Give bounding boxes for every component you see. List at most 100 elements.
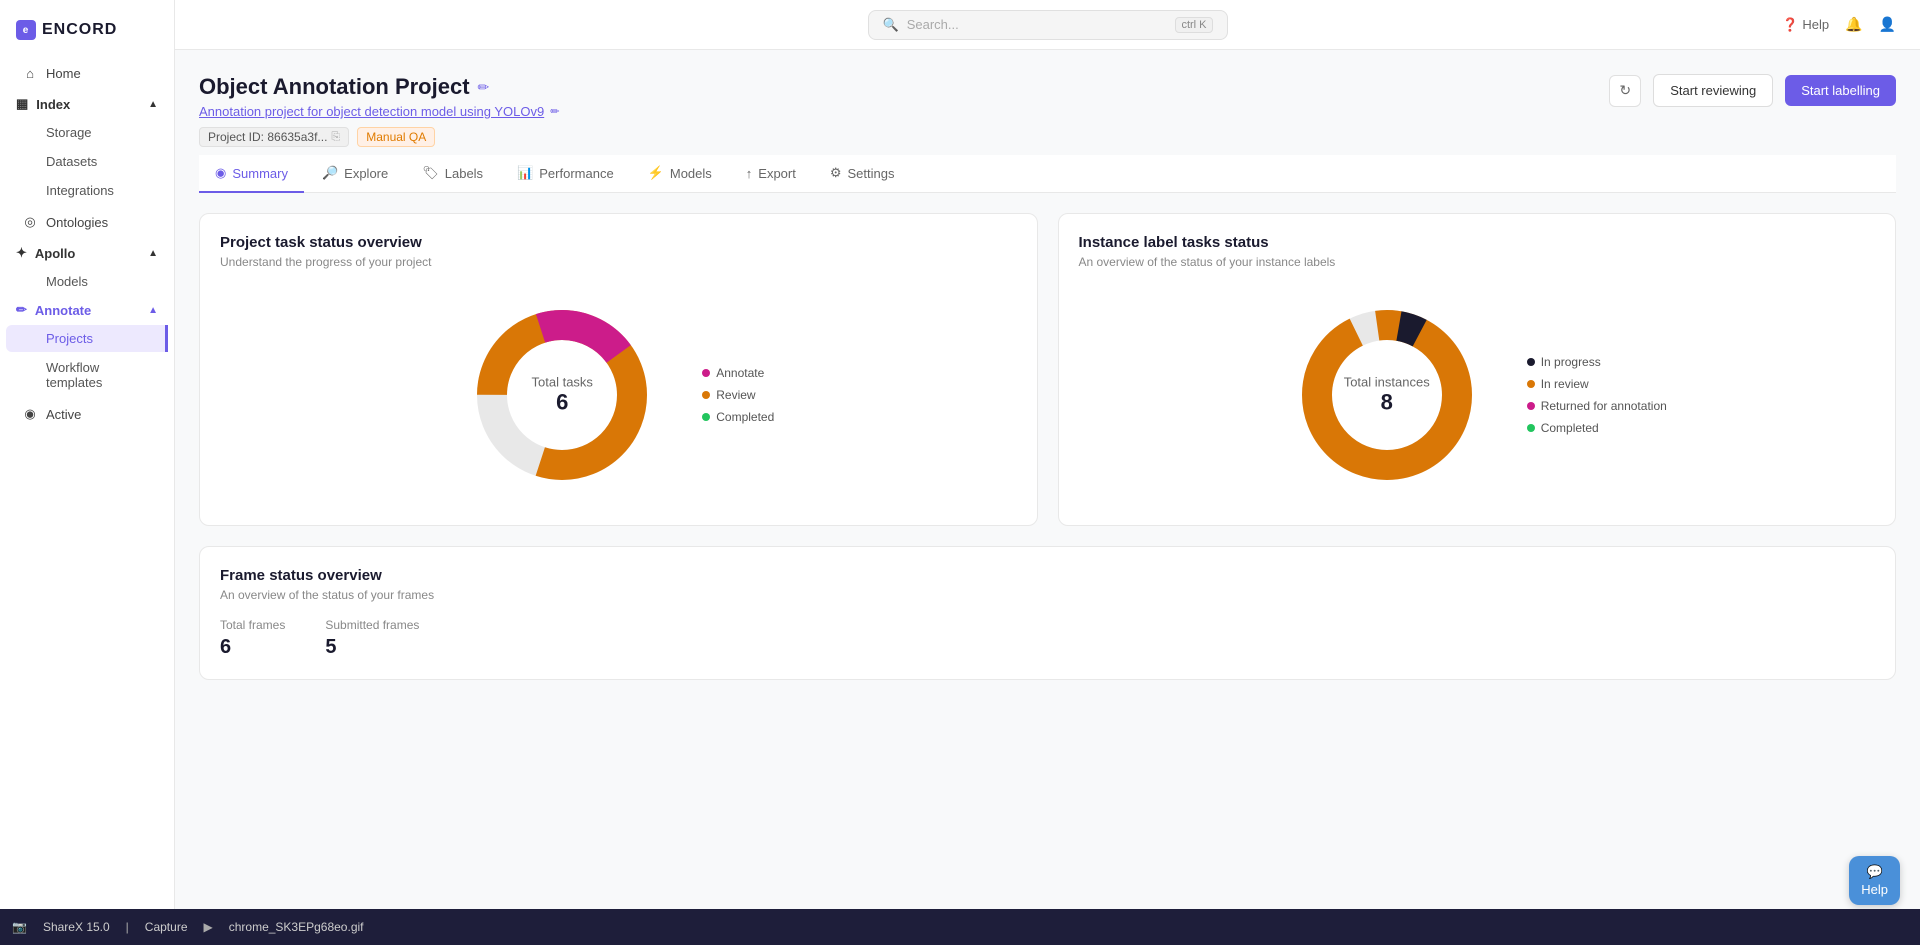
apollo-chevron: ▲	[148, 248, 158, 259]
bottom-capture-label: Capture	[145, 920, 188, 934]
sidebar-item-models[interactable]: Models	[6, 268, 168, 295]
project-title: Object Annotation Project	[199, 74, 470, 100]
bottom-sharex-label: ShareX 15.0	[43, 920, 110, 934]
sidebar-item-home[interactable]: ⌂ Home	[6, 57, 168, 89]
project-description: Annotation project for object detection …	[199, 104, 559, 119]
index-icon: ▦	[16, 96, 28, 112]
tab-performance[interactable]: 📊 Performance	[501, 155, 630, 193]
notification-icon[interactable]: 🔔	[1845, 16, 1862, 33]
review-dot	[702, 391, 710, 399]
bottom-bar: 📷 ShareX 15.0 | Capture ▶ chrome_SK3EPg6…	[0, 909, 1920, 945]
tab-explore[interactable]: 🔎 Explore	[306, 155, 404, 193]
bottom-filename: chrome_SK3EPg68eo.gif	[229, 920, 364, 934]
main-area: 🔍 Search... ctrl K ❓ Help 🔔 👤 Object Ann…	[175, 0, 1920, 945]
copy-id-icon[interactable]: ⎘	[331, 131, 340, 144]
project-title-row: Object Annotation Project ✏	[199, 74, 559, 100]
sidebar-home-label: Home	[46, 66, 81, 81]
legend-item-inprogress: In progress	[1527, 355, 1667, 369]
search-placeholder: Search...	[907, 17, 959, 32]
submitted-frames-stat: Submitted frames 5	[325, 618, 419, 659]
task-status-subtitle: Understand the progress of your project	[220, 255, 1017, 269]
search-shortcut: ctrl K	[1175, 17, 1212, 33]
bottom-capture-icon: 📷	[12, 920, 27, 934]
inprogress-dot	[1527, 358, 1535, 366]
active-icon: ◉	[22, 406, 38, 422]
completed-dot	[702, 413, 710, 421]
legend-item-instance-completed: Completed	[1527, 421, 1667, 435]
annotate-chevron: ▲	[148, 305, 158, 316]
charts-row: Project task status overview Understand …	[199, 213, 1896, 526]
index-chevron: ▲	[148, 99, 158, 110]
instance-donut-chart: Total instances 8	[1287, 295, 1487, 495]
help-button[interactable]: ❓ Help	[1782, 17, 1829, 33]
settings-tab-icon: ⚙	[830, 165, 842, 181]
edit-title-icon[interactable]: ✏	[478, 79, 490, 96]
frame-status-card: Frame status overview An overview of the…	[199, 546, 1896, 680]
tab-export[interactable]: ↑ Export	[730, 155, 812, 193]
instance-legend: In progress In review Returned for annot…	[1527, 355, 1667, 435]
help-float-icon: 💬	[1867, 864, 1883, 880]
instance-chart-area: Total instances 8 In progress In review	[1079, 285, 1876, 505]
frame-stats: Total frames 6 Submitted frames 5	[220, 618, 1875, 659]
project-tabs: ◉ Summary 🔎 Explore 🏷 Labels 📊 Performan…	[199, 155, 1896, 193]
tab-labels[interactable]: 🏷 Labels	[406, 155, 499, 193]
instance-completed-dot	[1527, 424, 1535, 432]
task-donut-chart: Total tasks 6	[462, 295, 662, 495]
returned-dot	[1527, 402, 1535, 410]
frame-status-title: Frame status overview	[220, 567, 1875, 584]
summary-tab-icon: ◉	[215, 165, 226, 181]
task-status-card: Project task status overview Understand …	[199, 213, 1038, 526]
instance-donut-label: Total instances 8	[1344, 375, 1430, 416]
help-float-label: Help	[1861, 882, 1888, 897]
topbar: 🔍 Search... ctrl K ❓ Help 🔔 👤	[175, 0, 1920, 50]
legend-item-completed: Completed	[702, 410, 774, 424]
project-header: Object Annotation Project ✏ Annotation p…	[199, 74, 1896, 163]
topbar-actions: ❓ Help 🔔 👤	[1782, 16, 1896, 33]
frame-status-subtitle: An overview of the status of your frames	[220, 588, 1875, 602]
project-id-badge: Project ID: 86635a3f... ⎘	[199, 127, 349, 147]
sidebar-item-projects[interactable]: Projects	[6, 325, 168, 352]
sidebar-apollo-label: Apollo	[35, 246, 75, 261]
tab-models[interactable]: ⚡ Models	[632, 155, 728, 193]
inreview-dot	[1527, 380, 1535, 388]
instance-status-subtitle: An overview of the status of your instan…	[1079, 255, 1876, 269]
bottom-separator: |	[126, 920, 129, 934]
legend-item-inreview: In review	[1527, 377, 1667, 391]
content-area: Object Annotation Project ✏ Annotation p…	[175, 50, 1920, 945]
search-bar[interactable]: 🔍 Search... ctrl K	[868, 10, 1228, 40]
sidebar-group-index[interactable]: ▦ Index ▲	[0, 90, 174, 118]
help-icon: ❓	[1782, 17, 1798, 33]
tab-settings[interactable]: ⚙ Settings	[814, 155, 911, 193]
legend-item-annotate: Annotate	[702, 366, 774, 380]
search-icon: 🔍	[883, 17, 899, 33]
user-icon[interactable]: 👤	[1879, 16, 1896, 33]
sidebar-item-storage[interactable]: Storage	[6, 119, 168, 146]
annotate-dot	[702, 369, 710, 377]
sidebar-group-annotate[interactable]: ✏ Annotate ▲	[0, 296, 174, 324]
start-reviewing-button[interactable]: Start reviewing	[1653, 74, 1773, 107]
help-float-button[interactable]: 💬 Help	[1849, 856, 1900, 905]
sidebar-item-active[interactable]: ◉ Active	[6, 398, 168, 430]
bottom-arrow: ▶	[204, 920, 213, 934]
refresh-button[interactable]: ↻	[1609, 75, 1641, 107]
edit-desc-icon[interactable]: ✏	[550, 105, 559, 118]
task-donut-label: Total tasks 6	[532, 375, 593, 416]
start-labelling-button[interactable]: Start labelling	[1785, 75, 1896, 106]
tab-summary[interactable]: ◉ Summary	[199, 155, 304, 193]
task-legend: Annotate Review Completed	[702, 366, 774, 424]
task-chart-area: Total tasks 6 Annotate Review	[220, 285, 1017, 505]
annotate-icon: ✏	[16, 302, 27, 318]
sidebar-item-ontologies[interactable]: ◎ Ontologies	[6, 206, 168, 238]
logo-icon: e	[16, 20, 36, 40]
total-frames-stat: Total frames 6	[220, 618, 285, 659]
explore-tab-icon: 🔎	[322, 165, 338, 181]
legend-item-returned: Returned for annotation	[1527, 399, 1667, 413]
sidebar: e ENCORD ⌂ Home ▦ Index ▲ Storage Datase…	[0, 0, 175, 945]
instance-status-title: Instance label tasks status	[1079, 234, 1876, 251]
models-tab-icon: ⚡	[648, 165, 664, 181]
sidebar-item-workflow-templates[interactable]: Workflow templates	[6, 354, 168, 396]
sidebar-item-datasets[interactable]: Datasets	[6, 148, 168, 175]
sidebar-item-integrations[interactable]: Integrations	[6, 177, 168, 204]
sidebar-group-apollo[interactable]: ✦ Apollo ▲	[0, 239, 174, 267]
legend-item-review: Review	[702, 388, 774, 402]
